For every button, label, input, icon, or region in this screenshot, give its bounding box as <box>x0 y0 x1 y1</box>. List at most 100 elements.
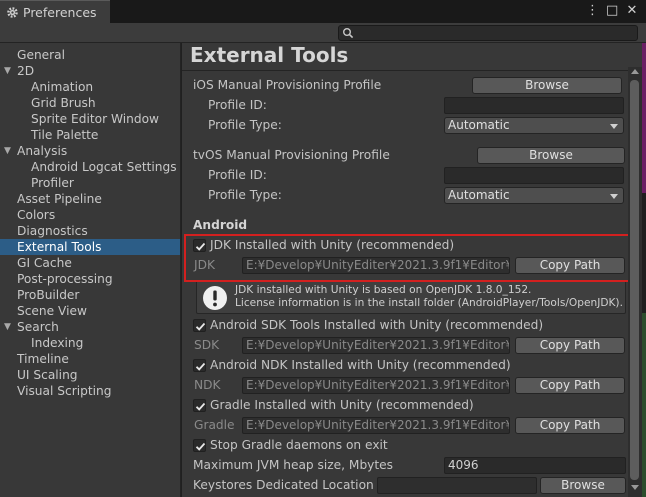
gear-icon <box>7 6 18 18</box>
expand-arrow-icon[interactable]: ▼ <box>4 63 11 79</box>
ios-profile-type-label: Profile Type: <box>208 118 282 132</box>
ndk-path-field: E:¥Develop¥UnityEditer¥2021.3.9f1¥Editor… <box>242 377 510 394</box>
sidebar-item-label: UI Scaling <box>17 368 78 382</box>
main-panel: External Tools iOS Manual Provisioning P… <box>182 43 646 497</box>
jdk-info-box: JDK installed with Unity is based on Ope… <box>196 280 626 314</box>
jvm-heap-field[interactable]: 4096 <box>444 457 626 474</box>
gradle-path-field: E:¥Develop¥UnityEditer¥2021.3.9f1¥Editor… <box>242 417 510 434</box>
sidebar-item-animation[interactable]: Animation <box>0 79 180 95</box>
sidebar-item-label: 2D <box>17 64 35 78</box>
sidebar-item-indexing[interactable]: Indexing <box>0 335 180 351</box>
jdk-copy-path-button[interactable]: Copy Path <box>515 257 625 274</box>
ndk-copy-path-button[interactable]: Copy Path <box>515 377 625 394</box>
sdk-checkbox[interactable] <box>193 319 206 332</box>
sidebar-item-label: Visual Scripting <box>17 384 112 398</box>
sidebar-item-label: General <box>17 48 66 62</box>
sidebar-item-general[interactable]: General <box>0 47 180 63</box>
sidebar-item-search[interactable]: ▼ Search <box>0 319 180 335</box>
ios-profile-label: iOS Manual Provisioning Profile <box>193 78 382 92</box>
tvos-profile-id-field[interactable] <box>444 167 624 184</box>
sdk-check-label: Android SDK Tools Installed with Unity (… <box>210 318 544 332</box>
ndk-checkbox[interactable] <box>193 359 206 372</box>
info-icon <box>203 286 227 310</box>
sidebar-item-scene-view[interactable]: Scene View <box>0 303 180 319</box>
expand-arrow-icon[interactable]: ▼ <box>4 143 11 159</box>
sidebar-item-asset-pipeline[interactable]: Asset Pipeline <box>0 191 180 207</box>
sidebar-item-timeline[interactable]: Timeline <box>0 351 180 367</box>
sidebar-item-sprite-editor-window[interactable]: Sprite Editor Window <box>0 111 180 127</box>
jvm-heap-label: Maximum JVM heap size, Mbytes <box>193 458 394 472</box>
sidebar-item-ui-scaling[interactable]: UI Scaling <box>0 367 180 383</box>
jdk-checkbox[interactable] <box>193 239 206 252</box>
tvos-profile-id-label: Profile ID: <box>208 168 267 182</box>
ios-profile-id-field[interactable] <box>444 97 624 114</box>
close-icon[interactable]: ✕ <box>626 3 638 19</box>
more-options-icon[interactable]: ⋮ <box>586 3 599 19</box>
sdk-copy-path-button[interactable]: Copy Path <box>515 337 625 354</box>
scrollbar-thumb[interactable] <box>630 80 639 480</box>
tvos-profile-type-value: Automatic <box>448 188 510 202</box>
sidebar-item-analysis[interactable]: ▼ Analysis <box>0 143 180 159</box>
sidebar-item-profiler[interactable]: Profiler <box>0 175 180 191</box>
ios-profile-id-label: Profile ID: <box>208 98 267 112</box>
stop-gradle-label: Stop Gradle daemons on exit <box>210 438 388 452</box>
sidebar-item-label: Animation <box>31 80 94 94</box>
sidebar-item-grid-brush[interactable]: Grid Brush <box>0 95 180 111</box>
sidebar-item-gi-cache[interactable]: GI Cache <box>0 255 180 271</box>
keystore-browse-button[interactable]: Browse <box>540 477 626 494</box>
sidebar-item-label: Post-processing <box>17 272 113 286</box>
scroll-up-arrow-icon[interactable] <box>631 69 639 74</box>
jdk-check-label: JDK Installed with Unity (recommended) <box>210 238 455 252</box>
sidebar-item-label: Grid Brush <box>31 96 96 110</box>
chevron-down-icon <box>610 194 618 199</box>
tvos-profile-type-dropdown[interactable]: Automatic <box>444 187 624 204</box>
sidebar-item-label: Asset Pipeline <box>17 192 102 206</box>
window-title: Preferences <box>23 4 97 20</box>
checkmark-icon <box>195 402 206 411</box>
maximize-icon[interactable]: □ <box>606 3 618 19</box>
gradle-copy-path-button[interactable]: Copy Path <box>515 417 625 434</box>
sidebar-item-label: Profiler <box>31 176 74 190</box>
expand-arrow-icon[interactable]: ▼ <box>4 319 11 335</box>
toolbar <box>0 23 646 43</box>
window-tab[interactable]: Preferences <box>0 0 110 23</box>
ndk-label: NDK <box>194 378 221 392</box>
sidebar-item-label: Scene View <box>17 304 87 318</box>
ios-profile-type-dropdown[interactable]: Automatic <box>444 117 624 134</box>
checkmark-icon <box>195 442 206 451</box>
sidebar-item-label: External Tools <box>17 240 102 254</box>
ios-browse-button[interactable]: Browse <box>472 77 622 94</box>
background-window-edge <box>642 313 646 497</box>
tvos-profile-type-label: Profile Type: <box>208 188 282 202</box>
keystore-label: Keystores Dedicated Location <box>193 478 374 492</box>
ios-profile-type-value: Automatic <box>448 118 510 132</box>
sdk-path-field: E:¥Develop¥UnityEditer¥2021.3.9f1¥Editor… <box>242 337 510 354</box>
stop-gradle-checkbox[interactable] <box>193 439 206 452</box>
sidebar-item-label: ProBuilder <box>17 288 80 302</box>
sidebar-item-diagnostics[interactable]: Diagnostics <box>0 223 180 239</box>
sidebar-item-label: Indexing <box>31 336 84 350</box>
sidebar-item-tile-palette[interactable]: Tile Palette <box>0 127 180 143</box>
sidebar-item-label: GI Cache <box>17 256 72 270</box>
sidebar-item-visual-scripting[interactable]: Visual Scripting <box>0 383 180 399</box>
sidebar-item-2d[interactable]: ▼ 2D <box>0 63 180 79</box>
background-window-edge <box>642 193 646 313</box>
sidebar-item-label: Analysis <box>17 144 68 158</box>
gradle-checkbox[interactable] <box>193 399 206 412</box>
sidebar-item-external-tools[interactable]: External Tools <box>0 239 180 255</box>
sidebar-item-label: Tile Palette <box>31 128 99 142</box>
sidebar-item-label: Diagnostics <box>17 224 88 238</box>
search-icon <box>343 28 354 39</box>
scroll-down-arrow-icon[interactable] <box>631 485 639 490</box>
sidebar-item-colors[interactable]: Colors <box>0 207 180 223</box>
page-title: External Tools <box>190 43 349 67</box>
sidebar-item-android-logcat-settings[interactable]: Android Logcat Settings <box>0 159 180 175</box>
sidebar-item-post-processing[interactable]: Post-processing <box>0 271 180 287</box>
search-input[interactable] <box>338 25 638 41</box>
android-section-title: Android <box>193 218 248 232</box>
gradle-label: Gradle <box>194 418 235 432</box>
sidebar-item-probuilder[interactable]: ProBuilder <box>0 287 180 303</box>
window-controls: ⋮ □ ✕ <box>586 3 638 19</box>
sidebar-item-label: Android Logcat Settings <box>31 160 177 174</box>
tvos-browse-button[interactable]: Browse <box>477 147 625 164</box>
